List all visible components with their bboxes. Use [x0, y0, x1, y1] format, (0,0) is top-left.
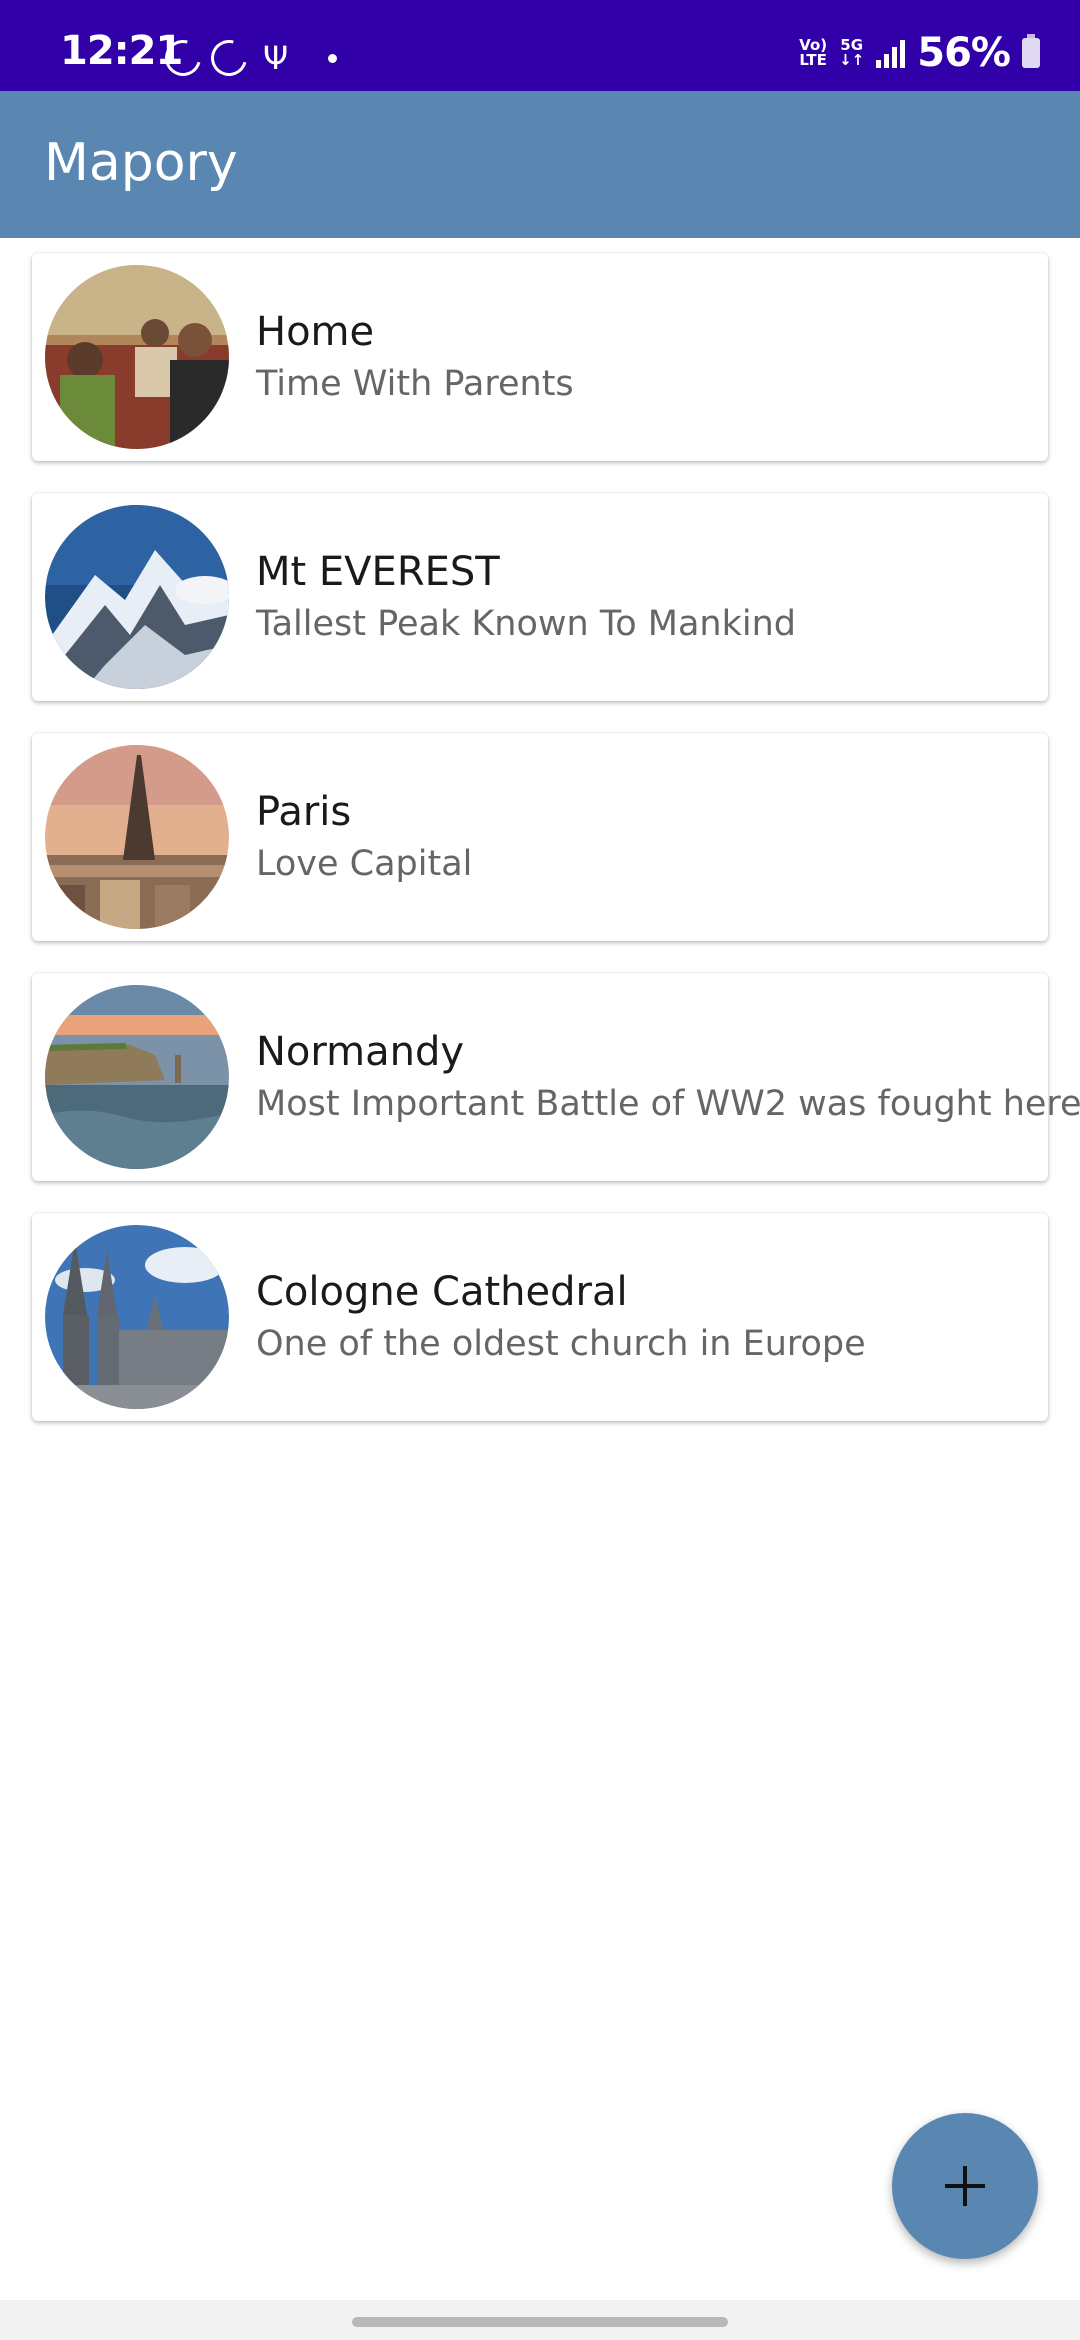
navigation-bar — [0, 2300, 1080, 2340]
status-left-icons: Ψ — [158, 33, 338, 83]
status-time: 12:21 — [60, 28, 183, 74]
place-card-cologne-cathedral[interactable]: Cologne Cathedral One of the oldest chur… — [32, 1213, 1048, 1421]
place-card-normandy[interactable]: Normandy Most Important Battle of WW2 wa… — [32, 973, 1080, 1181]
notification-dot-icon — [328, 53, 338, 63]
place-image — [45, 505, 229, 689]
place-title: Mt EVEREST — [256, 549, 500, 595]
place-image — [45, 1225, 229, 1409]
usb-icon: Ψ — [263, 39, 289, 77]
app-bar: Mapory — [0, 91, 1080, 238]
place-title: Home — [256, 309, 375, 355]
place-title: Paris — [256, 789, 352, 835]
mountain-photo — [45, 505, 229, 689]
home-handle[interactable] — [352, 2317, 728, 2327]
cathedral-photo — [45, 1225, 229, 1409]
place-card-mt-everest[interactable]: Mt EVEREST Tallest Peak Known To Mankind — [32, 493, 1048, 701]
volte-bottom-label: LTE — [799, 51, 827, 69]
battery-icon — [1022, 34, 1040, 68]
battery-percentage: 56% — [917, 30, 1011, 76]
place-subtitle: Most Important Battle of WW2 was fought … — [256, 1084, 1080, 1124]
place-image — [45, 745, 229, 929]
app-title: Mapory — [44, 133, 238, 193]
eiffel-tower-photo — [45, 745, 229, 929]
place-subtitle: One of the oldest church in Europe — [256, 1324, 866, 1364]
status-right-icons: Vo) LTE 5G ↓↑ 56% — [799, 30, 1040, 76]
data-arrows-icon: ↓↑ — [839, 51, 865, 69]
5g-icon: 5G ↓↑ — [839, 38, 864, 68]
place-title: Cologne Cathedral — [256, 1269, 628, 1315]
family-photo — [45, 265, 229, 449]
places-list: Home Time With Parents Mt EVEREST Talles… — [32, 253, 1080, 1453]
place-title: Normandy — [256, 1029, 465, 1075]
plus-icon — [945, 2166, 985, 2206]
sync-ring-icon — [204, 33, 254, 83]
sync-ring-icon — [158, 33, 208, 83]
place-image — [45, 985, 229, 1169]
place-image — [45, 265, 229, 449]
place-subtitle: Love Capital — [256, 844, 473, 884]
place-card-home[interactable]: Home Time With Parents — [32, 253, 1048, 461]
add-place-button[interactable] — [892, 2113, 1038, 2259]
place-card-paris[interactable]: Paris Love Capital — [32, 733, 1048, 941]
volte-icon: Vo) LTE — [799, 38, 827, 68]
signal-icon — [876, 38, 906, 68]
cliffs-sea-photo — [45, 985, 229, 1169]
place-subtitle: Tallest Peak Known To Mankind — [256, 604, 797, 644]
place-subtitle: Time With Parents — [256, 364, 574, 404]
status-bar: 12:21 Ψ Vo) LTE 5G ↓↑ 56% — [0, 0, 1080, 91]
